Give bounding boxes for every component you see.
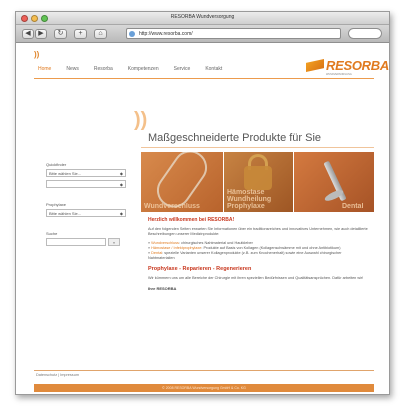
tile-label: Hämostase Wundheilung Prophylaxe	[227, 189, 272, 210]
site-search-button[interactable]: »	[108, 238, 120, 246]
nav-kompetenzen[interactable]: Kompetenzen	[128, 66, 159, 72]
footer-copyright: © 2008 RESORBA Wundversorgung GmbH & Co.…	[34, 384, 374, 392]
quickfinder-label: Quickfinder	[46, 162, 67, 167]
select-arrow-icon: ◆	[119, 171, 123, 176]
title-bar: RESORBA Wundversorgung	[16, 12, 389, 25]
tile-wundverschluss[interactable]: Wundverschluss	[141, 152, 223, 212]
address-bar[interactable]: http://www.resorba.com/	[126, 28, 341, 39]
sidebar: Quickfinder Bitte wählen Sie... ◆ ◆ Prop…	[46, 162, 141, 246]
home-button[interactable]: ⌂	[94, 29, 107, 39]
nav-service[interactable]: Service	[174, 66, 191, 72]
footer-divider	[34, 370, 374, 371]
resorba-logo[interactable]: RESORBA WUNDVERSORGUNG	[306, 58, 389, 76]
logo-mark-icon	[306, 59, 324, 72]
nav-home[interactable]: Home	[38, 66, 51, 72]
browser-search-field[interactable]	[348, 28, 382, 39]
list-item-link[interactable]: Wundverschluss	[151, 241, 179, 245]
nav-news[interactable]: News	[66, 66, 79, 72]
address-bar-url: http://www.resorba.com/	[139, 31, 193, 37]
nav-resorba[interactable]: Resorba	[94, 66, 113, 72]
signature: Ihre RESORBA	[148, 286, 177, 291]
window-title: RESORBA Wundversorgung	[170, 14, 235, 20]
prophylaxe-label: Prophylaxe	[46, 202, 67, 207]
footer-links[interactable]: Datenschutz | Impressum	[36, 373, 79, 377]
logo-text: RESORBA	[326, 58, 389, 73]
header-divider	[34, 78, 374, 79]
headline-divider	[141, 147, 374, 148]
search-label: Suche	[46, 231, 58, 236]
tile-haemostase[interactable]: Hämostase Wundheilung Prophylaxe	[224, 152, 293, 212]
browser-toolbar: ◀ ▶ ↻ + ⌂ http://www.resorba.com/	[16, 25, 389, 43]
reload-button[interactable]: ↻	[54, 29, 67, 39]
site-search: »	[46, 238, 141, 246]
list-item-text: : spezielle Varianten unserer Kollagenpr…	[148, 251, 342, 260]
main-navigation: Home News Resorba Kompetenzen Service Ko…	[38, 66, 222, 72]
browser-window: RESORBA Wundversorgung ◀ ▶ ↻ + ⌂ http://…	[15, 11, 390, 395]
quickfinder-select[interactable]: Bitte wählen Sie... ◆	[46, 169, 126, 177]
prophylaxe-select[interactable]: Bitte wählen Sie... ◆	[46, 209, 126, 217]
list-item: » Dental: spezielle Varianten unserer Ko…	[148, 251, 342, 260]
quickfinder-subselect[interactable]: ◆	[46, 180, 126, 188]
tile-label: Dental	[342, 203, 364, 210]
web-page: )) Home News Resorba Kompetenzen Service…	[16, 44, 389, 394]
back-button[interactable]: ◀	[22, 29, 34, 39]
forward-button[interactable]: ▶	[35, 29, 47, 39]
select-arrow-icon: ◆	[119, 182, 123, 187]
body-paragraph: Wir kümmern uns um alle Bereiche der Chi…	[148, 276, 364, 280]
subheading: Prophylaxe - Reparieren - Regenerieren	[148, 266, 252, 272]
add-bookmark-button[interactable]: +	[74, 29, 87, 39]
list-item-link[interactable]: Dental	[151, 251, 162, 255]
tile-dental[interactable]: Dental	[294, 152, 374, 212]
list-item-text: : chirurgisches Nahtmaterial und Hautkle…	[178, 241, 253, 245]
select-arrow-icon: ◆	[119, 211, 123, 216]
globe-icon	[129, 31, 135, 37]
logo-subtitle: WUNDVERSORGUNG	[326, 73, 352, 76]
prophylaxe-select-value: Bitte wählen Sie...	[49, 211, 82, 216]
site-search-input[interactable]	[46, 238, 106, 246]
welcome-heading: Herzlich willkommen bei RESORBA!	[148, 217, 235, 223]
nav-kontakt[interactable]: Kontakt	[205, 66, 222, 72]
quickfinder-select-value: Bitte wählen Sie...	[49, 171, 82, 176]
list-item-link[interactable]: Hämostase / Infektprophylaxe	[151, 246, 201, 250]
intro-paragraph: Auf den folgenden Seiten erwarten Sie In…	[148, 227, 368, 236]
page-headline: Maßgeschneiderte Produkte für Sie	[148, 132, 322, 144]
padlock-body-image	[244, 166, 272, 190]
list-item-text: : Produkte auf Basis von Kollagen (Kolla…	[201, 246, 341, 250]
main-content: Herzlich willkommen bei RESORBA! Auf den…	[148, 217, 368, 291]
swoosh-icon: ))	[134, 109, 148, 131]
small-logo-icon: ))	[34, 50, 40, 59]
tile-label: Wundverschluss	[144, 203, 200, 210]
